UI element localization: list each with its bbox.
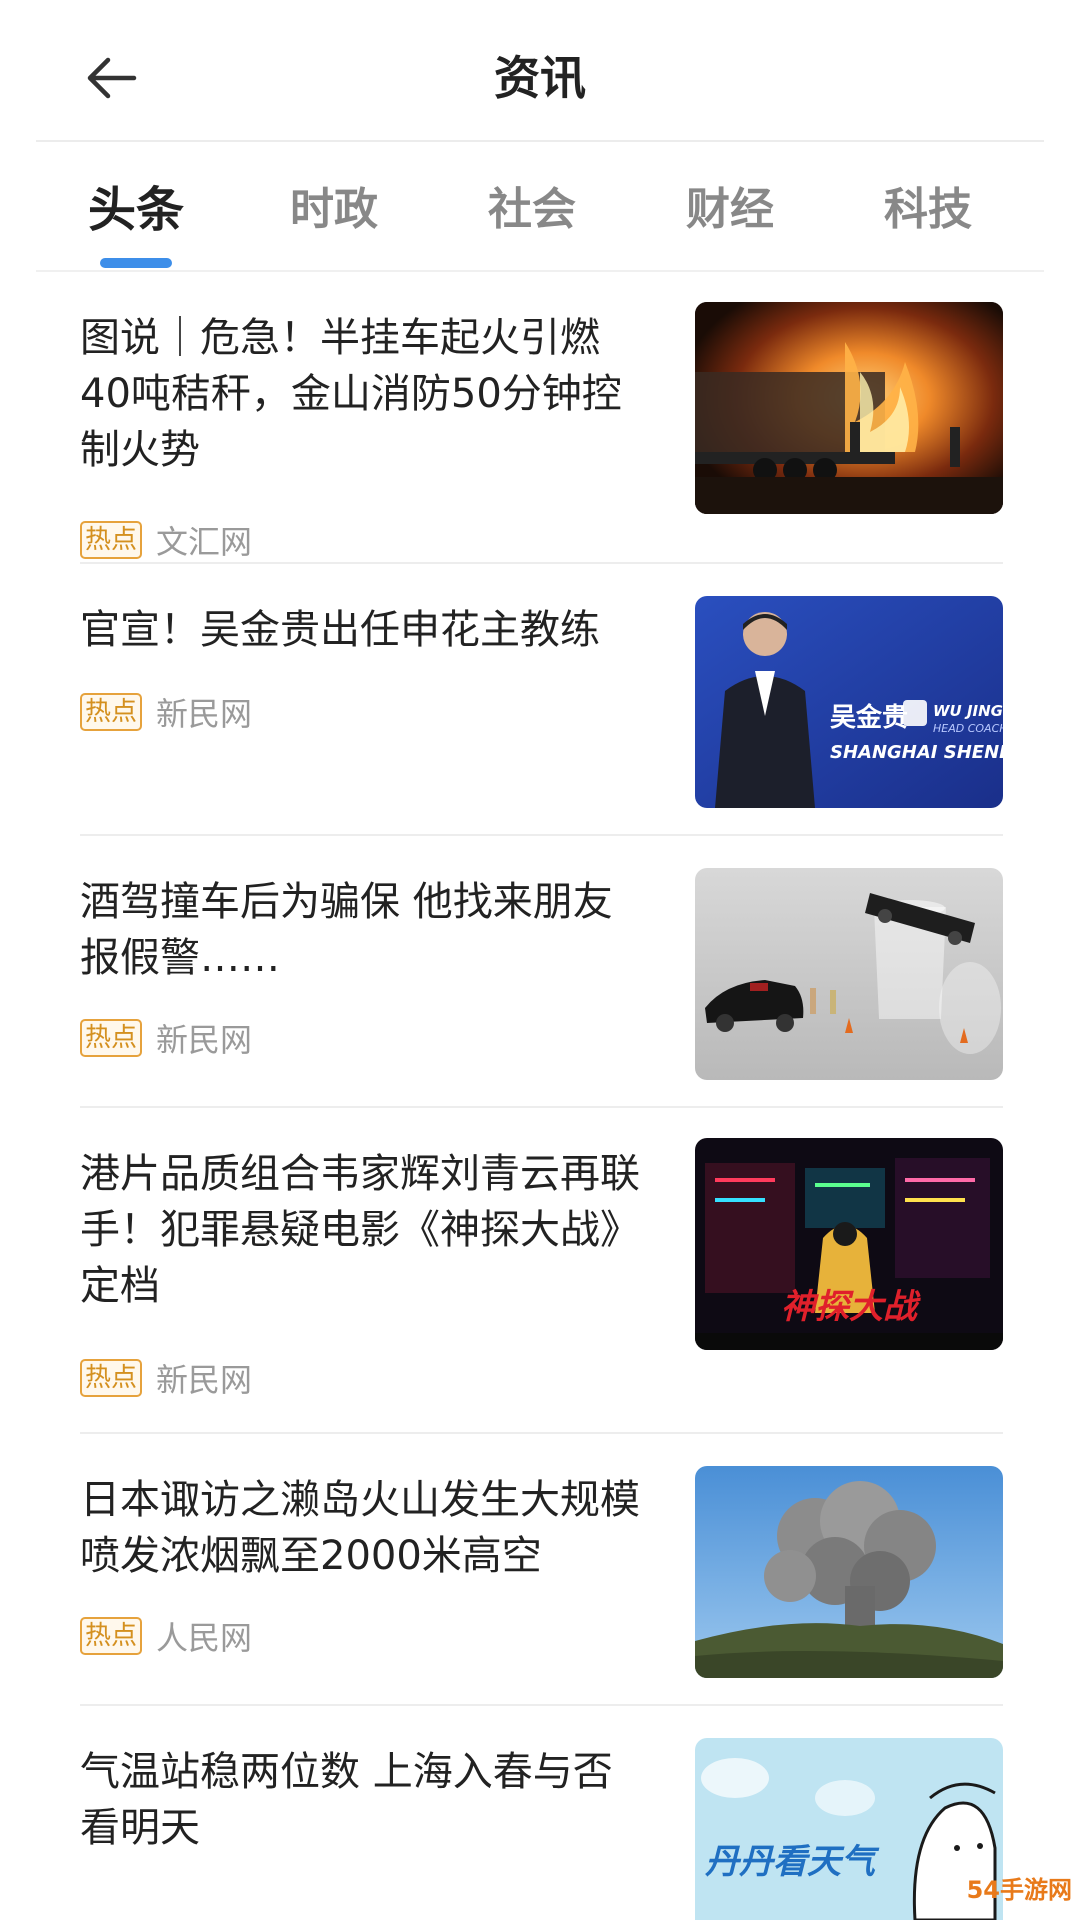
news-meta: 热点 新民网 xyxy=(80,1016,252,1060)
header: 资讯 xyxy=(0,0,1080,142)
news-source: 文汇网 xyxy=(156,523,253,561)
movie-poster-thumbnail: 神探大战 xyxy=(695,1138,1003,1350)
tab-society[interactable]: 社会 xyxy=(452,178,612,242)
news-source: 新民网 xyxy=(156,695,253,733)
coach-name-cn: 吴金贵 xyxy=(830,702,908,733)
news-title: 官宣！吴金贵出任申花主教练 xyxy=(80,607,600,653)
news-source: 人民网 xyxy=(156,1619,253,1657)
hot-badge: 热点 xyxy=(80,1359,143,1397)
news-title: 日本诹访之濑岛火山发生大规模喷发浓烟飘至2000米高空 xyxy=(80,1477,640,1579)
toy-car-thumbnail xyxy=(695,868,1003,1080)
hot-badge: 热点 xyxy=(80,1617,143,1655)
news-source: 新民网 xyxy=(156,1361,253,1399)
news-item[interactable]: 图说｜危急！半挂车起火引燃40吨秸秆，金山消防50分钟控制火势 热点 文汇网 xyxy=(0,272,1080,564)
site-watermark: 54手游网 xyxy=(930,1868,1080,1912)
page-title: 资讯 xyxy=(494,51,586,105)
hot-badge: 热点 xyxy=(80,693,143,731)
tab-politics[interactable]: 时政 xyxy=(254,178,414,242)
hot-badge: 热点 xyxy=(80,1019,143,1057)
news-source: 新民网 xyxy=(156,1021,253,1059)
active-tab-indicator xyxy=(100,258,172,268)
club-name: SHANGHAI SHENHUA xyxy=(830,742,1003,763)
news-meta: 热点 人民网 xyxy=(80,1614,252,1658)
coach-portrait-thumbnail: 吴金贵 WU JINGUI HEAD COACH SHANGHAI SHENHU… xyxy=(695,596,1003,808)
category-tabs: 头条 时政 社会 财经 科技 xyxy=(36,142,1044,270)
news-meta: 热点 新民网 xyxy=(80,690,252,734)
news-item[interactable]: 港片品质组合韦家辉刘青云再联手！犯罪悬疑电影《神探大战》定档 热点 新民网 神探… xyxy=(0,1108,1080,1434)
coach-name-en: WU JINGUI xyxy=(933,702,1003,720)
hot-badge: 热点 xyxy=(80,521,143,559)
news-title: 酒驾撞车后为骗保 他找来朋友报假警…… xyxy=(80,879,613,981)
volcano-thumbnail xyxy=(695,1466,1003,1678)
poster-title: 神探大战 xyxy=(781,1287,921,1327)
coach-role: HEAD COACH xyxy=(933,722,1003,735)
tab-headlines[interactable]: 头条 xyxy=(56,178,216,242)
truck-fire-thumbnail xyxy=(695,302,1003,514)
news-title: 港片品质组合韦家辉刘青云再联手！犯罪悬疑电影《神探大战》定档 xyxy=(80,1151,640,1309)
news-item[interactable]: 气温站稳两位数 上海入春与否看明天 丹丹看天气 xyxy=(0,1706,1080,1920)
weather-caption: 丹丹看天气 xyxy=(705,1842,880,1882)
news-title: 图说｜危急！半挂车起火引燃40吨秸秆，金山消防50分钟控制火势 xyxy=(80,315,622,473)
tab-finance[interactable]: 财经 xyxy=(650,178,810,242)
news-title: 气温站稳两位数 上海入春与否看明天 xyxy=(80,1749,613,1851)
tab-technology[interactable]: 科技 xyxy=(848,178,1008,242)
news-item[interactable]: 官宣！吴金贵出任申花主教练 热点 新民网 吴金贵 WU JING HEAD CO… xyxy=(0,564,1080,836)
watermark-text: 54手游网 xyxy=(966,1876,1072,1904)
news-meta: 热点 文汇网 xyxy=(80,518,252,562)
news-meta: 热点 新民网 xyxy=(80,1356,252,1400)
news-item[interactable]: 酒驾撞车后为骗保 他找来朋友报假警…… 热点 新民网 xyxy=(0,836,1080,1108)
news-item[interactable]: 日本诹访之濑岛火山发生大规模喷发浓烟飘至2000米高空 热点 人民网 xyxy=(0,1434,1080,1706)
